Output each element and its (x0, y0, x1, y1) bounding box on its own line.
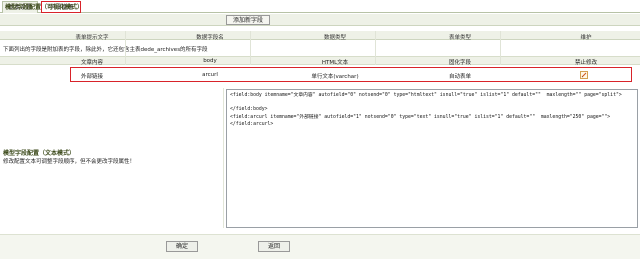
confirm-button[interactable]: 确定 (166, 241, 198, 252)
table-note: 下面列出的字段是附加表的字段，除此外，它还包含主表dede_archives的所… (3, 47, 208, 53)
edit-icon[interactable] (580, 71, 588, 79)
visual-mode-title: 模型字段配置（可视化模式） (5, 4, 84, 11)
row1-maintain: 禁止修改 (574, 60, 597, 66)
text-mode-note: 修改配置文本可调整字段顺序，但不会更改字段属性！ (3, 159, 136, 165)
text-mode-title: 模型字段配置（文本模式） (3, 150, 76, 157)
column-header-maintain: 维护 (580, 35, 592, 41)
row2-datatype: 单行文本(varchar) (311, 74, 359, 80)
row2-label: 外部链接 (80, 74, 103, 80)
row1-label: 文章内容 (80, 60, 103, 66)
field-config-textarea[interactable]: <field:body itemname="文章内容" autofield="0… (226, 89, 638, 228)
divider (500, 31, 501, 65)
row1-datatype: HTML文本 (321, 60, 349, 66)
add-field-button[interactable]: 添加新字段 (226, 15, 270, 25)
tab-bar (0, 0, 640, 13)
row2-formtype: 自动表单 (448, 74, 471, 80)
back-button[interactable]: 返回 (258, 241, 290, 252)
row2-field: arcurl (202, 72, 218, 78)
divider (125, 31, 126, 65)
column-header-field: 数据字段名 (196, 35, 224, 41)
divider (250, 31, 251, 65)
row1-field: body (203, 58, 217, 64)
column-header-datatype: 数据类型 (323, 35, 346, 41)
column-header-formtype: 表单类型 (448, 35, 471, 41)
divider (375, 31, 376, 65)
footer-bar (0, 234, 640, 259)
column-header-label: 表单提示文字 (75, 35, 109, 41)
row1-formtype: 固化字段 (448, 60, 471, 66)
visual-mode-header (0, 14, 640, 26)
